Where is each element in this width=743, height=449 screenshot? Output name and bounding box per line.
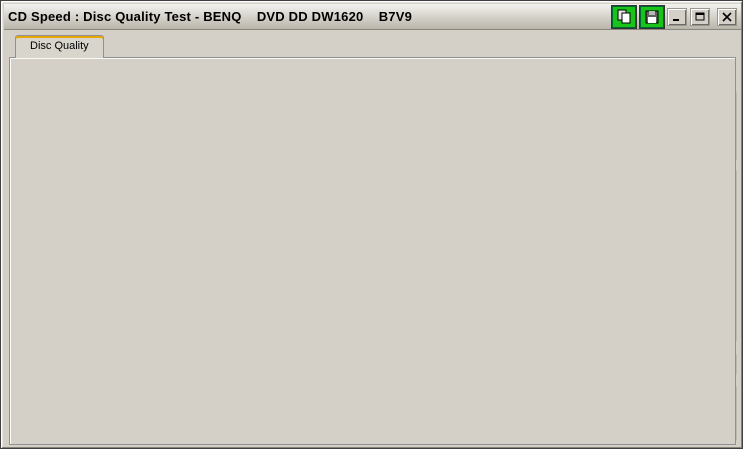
copy-icon bbox=[616, 9, 632, 25]
tab-label: Disc Quality bbox=[30, 40, 89, 52]
minimize-button[interactable] bbox=[667, 8, 687, 26]
save-icon bbox=[644, 9, 660, 25]
tab-disc-quality[interactable]: Disc Quality bbox=[15, 35, 104, 58]
save-button[interactable] bbox=[640, 6, 664, 28]
close-icon bbox=[722, 12, 732, 22]
maximize-button[interactable] bbox=[690, 8, 710, 26]
title-bar[interactable]: CD Speed : Disc Quality Test - BENQ DVD … bbox=[4, 4, 741, 30]
maximize-icon bbox=[695, 12, 705, 22]
close-button[interactable] bbox=[717, 8, 737, 26]
window-title: CD Speed : Disc Quality Test - BENQ DVD … bbox=[8, 9, 412, 24]
copy-button[interactable] bbox=[612, 6, 636, 28]
app-window: CD Speed : Disc Quality Test - BENQ DVD … bbox=[0, 0, 743, 449]
minimize-icon bbox=[672, 12, 682, 22]
tab-page bbox=[9, 57, 736, 445]
